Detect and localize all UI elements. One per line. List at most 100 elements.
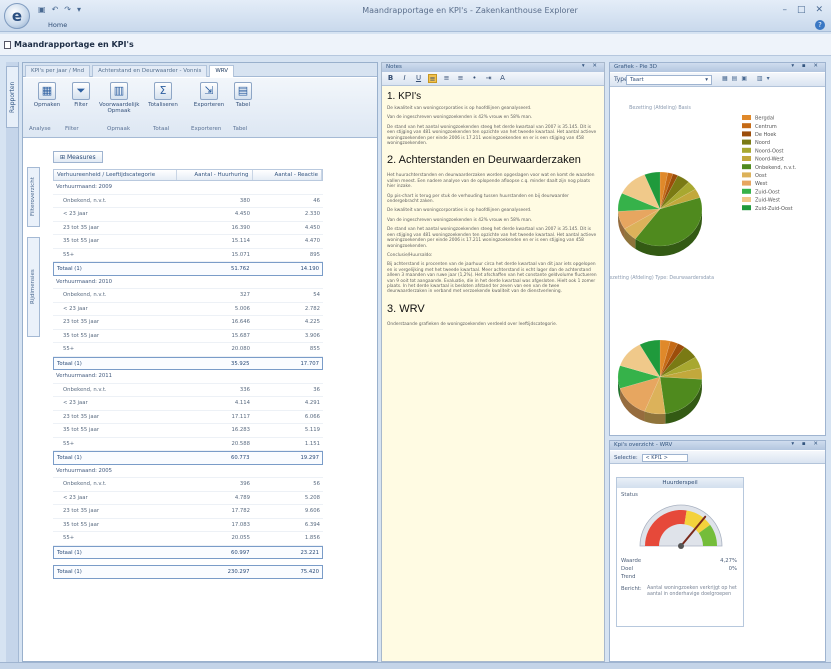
pie-slice[interactable] (659, 376, 703, 414)
table-row[interactable]: < 23 jaar 5.006 2.782 (53, 303, 323, 316)
cell-value: 14.190 (300, 266, 319, 272)
table-row[interactable]: 35 tot 55 jaar 16.283 5.119 (53, 424, 323, 438)
cell-value: 1.856 (304, 535, 320, 541)
cell-label: 23 tot 35 jaar (63, 224, 100, 231)
column-header[interactable]: Aantal - Reactie (253, 170, 323, 180)
subtotal-row[interactable]: Totaal (1) 51.762 14.190 (53, 262, 323, 276)
cell-label: < 23 jaar (63, 305, 88, 312)
help-icon[interactable]: ? (815, 20, 825, 30)
table-row[interactable]: 55+ 20.588 1.151 (53, 438, 323, 451)
undo-icon[interactable]: ↶ (52, 5, 59, 14)
table-row[interactable]: < 23 jaar 4.789 5.208 (53, 492, 323, 505)
cell-value: 15.071 (231, 251, 250, 258)
column-header[interactable]: Verhuureenheid / Leeftijdscategorie (54, 170, 178, 180)
group-label: Verhuurmaand: 2011 (56, 373, 113, 379)
bold-icon[interactable]: B (386, 74, 395, 83)
cell-value: 2.782 (304, 305, 320, 312)
pane-controls[interactable]: ▾ ▪ ✕ (791, 63, 821, 69)
minimize-icon[interactable]: – (782, 5, 787, 15)
chart-tools-icons[interactable]: ▦▤▣ ▥▾ (722, 75, 774, 82)
grand-total-row[interactable]: Totaal (1) 230.297 75.420 (53, 565, 323, 579)
cell-value: 5.006 (234, 305, 250, 312)
cell-value: 4.789 (234, 494, 250, 501)
table-row[interactable]: 55+ 20.055 1.856 (53, 532, 323, 546)
indent-icon[interactable]: ⇥ (484, 74, 493, 83)
legend-swatch (742, 164, 751, 170)
table-button[interactable]: ▤ Tabel (223, 82, 263, 108)
table-row[interactable]: 55+ 20.080 855 (53, 343, 323, 357)
kpi-note-label: Bericht: (621, 586, 642, 592)
table-row[interactable]: 55+ 15.071 895 (53, 249, 323, 262)
font-color-icon[interactable]: A (498, 74, 507, 83)
redo-icon[interactable]: ↷ (64, 5, 71, 14)
column-header[interactable]: Aantal - Huurhuring (177, 170, 253, 180)
kpi-selection-field[interactable]: < KPI1 > (642, 454, 689, 462)
kpi-card: Huurderspeil Status Waarde 4,27% Doel 0%… (616, 477, 744, 627)
subtotal-row[interactable]: Totaal (1) 35.925 17.707 (53, 356, 323, 370)
align-right-icon[interactable]: ≡ (456, 74, 465, 83)
cell-value: 1.151 (304, 440, 320, 447)
kpi-card-title: Huurderspeil (617, 478, 743, 488)
cell-value: 5.208 (304, 494, 320, 501)
table-row[interactable]: Onbekend, n.v.t. 336 36 (53, 384, 323, 397)
filter-button[interactable]: ⏷ Filter (61, 82, 101, 108)
legend-label: Bergdal (755, 116, 774, 122)
table-row[interactable]: Onbekend, n.v.t. 327 54 (53, 289, 323, 303)
table-row[interactable]: < 23 jaar 4.114 4.291 (53, 397, 323, 411)
group-row[interactable]: Verhuurmaand: 2010 (53, 276, 323, 289)
align-center-icon[interactable]: ≡ (442, 74, 451, 83)
subtotal-row[interactable]: Totaal (1) 60.997 23.221 (53, 545, 323, 559)
pivot-tab[interactable]: Achterstand en Deurwaarder - Vonnis (92, 65, 208, 77)
ribbon-tab-home[interactable]: Home (48, 21, 88, 32)
application-menu-button[interactable]: e (4, 3, 30, 29)
pane-controls[interactable]: ▾ ▪ ✕ (791, 441, 821, 447)
legend-label: De Hoek (755, 132, 776, 138)
subtotal-row[interactable]: Totaal (1) 60.773 19.297 (53, 451, 323, 465)
cell-label: 55+ (63, 440, 75, 447)
filter-overview-tab[interactable]: Filteroverzicht (27, 167, 40, 227)
row-dimensions-tab[interactable]: Rijdimensies (27, 237, 40, 337)
totals-button[interactable]: Σ Totaliseren (143, 82, 183, 108)
underline-icon[interactable]: U (414, 74, 423, 83)
group-row[interactable]: Verhuurmaand: 2005 (53, 465, 323, 478)
pane-controls[interactable]: ▾ ✕ (582, 63, 600, 69)
table-row[interactable]: 35 tot 55 jaar 15.687 3.906 (53, 330, 323, 343)
group-row[interactable]: Verhuurmaand: 2009 (53, 181, 323, 195)
table-row[interactable]: Onbekend, n.v.t. 396 56 (53, 478, 323, 492)
table-row[interactable]: 35 tot 55 jaar 17.083 6.394 (53, 519, 323, 532)
cell-value: 60.997 (230, 549, 250, 556)
chart-type-select[interactable]: Taart ▾ (626, 75, 712, 85)
cell-value: 20.080 (231, 346, 250, 352)
pivot-tab-active[interactable]: WRV (209, 65, 235, 77)
cell-label: 55+ (63, 346, 75, 352)
table-row[interactable]: 23 tot 35 jaar 17.117 6.066 (53, 411, 323, 424)
table-row[interactable]: Onbekend, n.v.t. 380 46 (53, 195, 323, 208)
maximize-icon[interactable]: □ (797, 5, 806, 15)
cell-value: 16.646 (231, 319, 250, 325)
conditional-format-button[interactable]: ▥ Voorwaardelijk Opmaak (99, 82, 139, 114)
notes-body[interactable]: 1. KPI's De kwaliteit van woningcorporati… (382, 87, 604, 333)
pivot-tab[interactable]: KPI's per jaar / Mnd (25, 65, 91, 77)
chart-pane: Grafiek - Pie 3D ▾ ▪ ✕ Type: Taart ▾ ▦▤▣ … (609, 62, 826, 436)
table-row[interactable]: 35 tot 55 jaar 15.114 4.470 (53, 235, 323, 249)
table-row[interactable]: 23 tot 35 jaar 16.390 4.450 (53, 222, 323, 235)
table-row[interactable]: 23 tot 35 jaar 17.782 9.606 (53, 505, 323, 519)
bullet-list-icon[interactable]: • (470, 74, 479, 83)
close-icon[interactable]: ✕ (815, 5, 823, 15)
table-row[interactable]: < 23 jaar 4.450 2.330 (53, 208, 323, 222)
align-left-icon[interactable]: ≡ (428, 74, 437, 83)
chevron-down-icon[interactable]: ▾ (77, 5, 81, 14)
group-row[interactable]: Verhuurmaand: 2011 (53, 370, 323, 384)
cell-value: 4.450 (304, 224, 320, 231)
measures-button[interactable]: ⊞ Measures (53, 151, 103, 163)
notes-paragraph: Het huurachterstanden en deurwaarderzake… (387, 173, 595, 190)
left-strip-tab[interactable]: Rapporten (6, 66, 19, 128)
cell-label: Onbekend, n.v.t. (63, 386, 107, 393)
cell-value: 17.707 (300, 360, 319, 367)
cell-value: 4.291 (304, 400, 320, 406)
save-icon[interactable]: ▣ (38, 5, 46, 14)
italic-icon[interactable]: I (400, 74, 409, 83)
kpi-note-text: Aantal woningzoeken verkrijgt op het aan… (647, 586, 737, 597)
table-row[interactable]: 23 tot 35 jaar 16.646 4.225 (53, 316, 323, 330)
notes-paragraph: Conclusie/Huursaldo: (387, 252, 433, 258)
